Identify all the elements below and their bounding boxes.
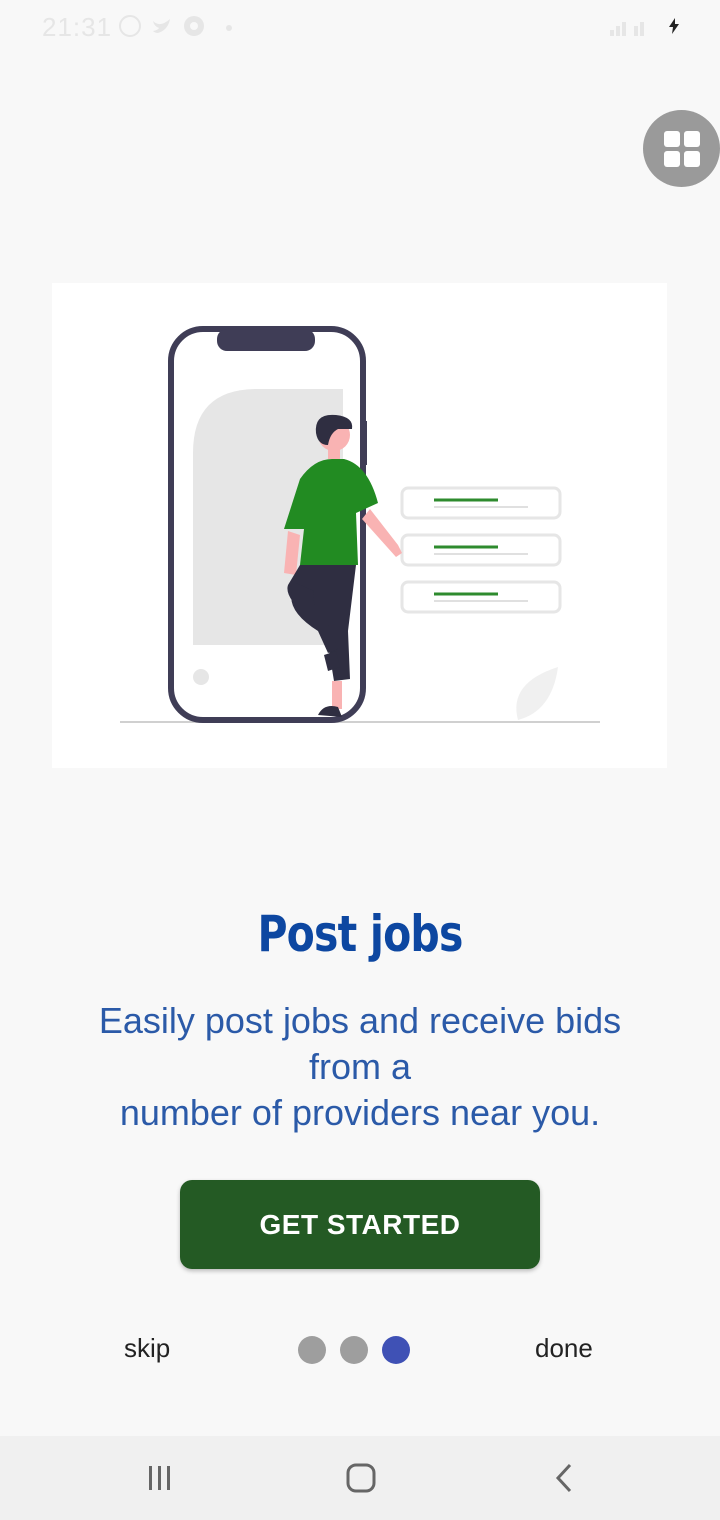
signal-icon <box>608 16 652 41</box>
page-title: Post jobs <box>257 905 463 963</box>
page-dot[interactable] <box>298 1336 326 1364</box>
home-icon <box>346 1463 376 1493</box>
whatsapp-icon <box>118 14 142 38</box>
back-button[interactable] <box>540 1454 588 1502</box>
floating-menu-button[interactable] <box>643 110 720 187</box>
description-line: Easily post jobs and receive bids <box>98 1000 622 1041</box>
notification-dot <box>226 25 232 31</box>
page-description: Easily post jobs and receive bids from a… <box>60 998 660 1136</box>
back-icon <box>555 1463 572 1493</box>
recent-apps-button[interactable] <box>136 1454 184 1502</box>
twitter-icon <box>150 14 174 38</box>
person-with-phone-illustration <box>120 326 600 723</box>
notification-icons <box>118 14 206 38</box>
onboarding-illustration <box>52 283 667 768</box>
recent-apps-icon <box>149 1466 170 1490</box>
status-time: 21:31 <box>42 12 113 42</box>
grid-icon <box>663 130 700 167</box>
battery-charging-icon <box>668 18 680 39</box>
page-dot-active[interactable] <box>382 1336 410 1364</box>
system-status-icons <box>608 16 680 41</box>
page-dot[interactable] <box>340 1336 368 1364</box>
chrome-icon <box>182 14 206 38</box>
description-line: from a <box>308 1046 412 1087</box>
get-started-button[interactable]: GET STARTED <box>180 1180 540 1269</box>
system-navigation-bar <box>0 1436 720 1520</box>
status-bar: 21:31 <box>0 0 720 56</box>
home-button[interactable] <box>337 1454 385 1502</box>
page-indicator <box>298 1336 410 1364</box>
onboarding-screen: 21:31 Post jobs Easily post jobs and rec… <box>0 0 720 1520</box>
description-line: number of providers near you. <box>119 1092 601 1133</box>
done-button[interactable]: done <box>535 1333 593 1364</box>
skip-button[interactable]: skip <box>124 1333 170 1364</box>
